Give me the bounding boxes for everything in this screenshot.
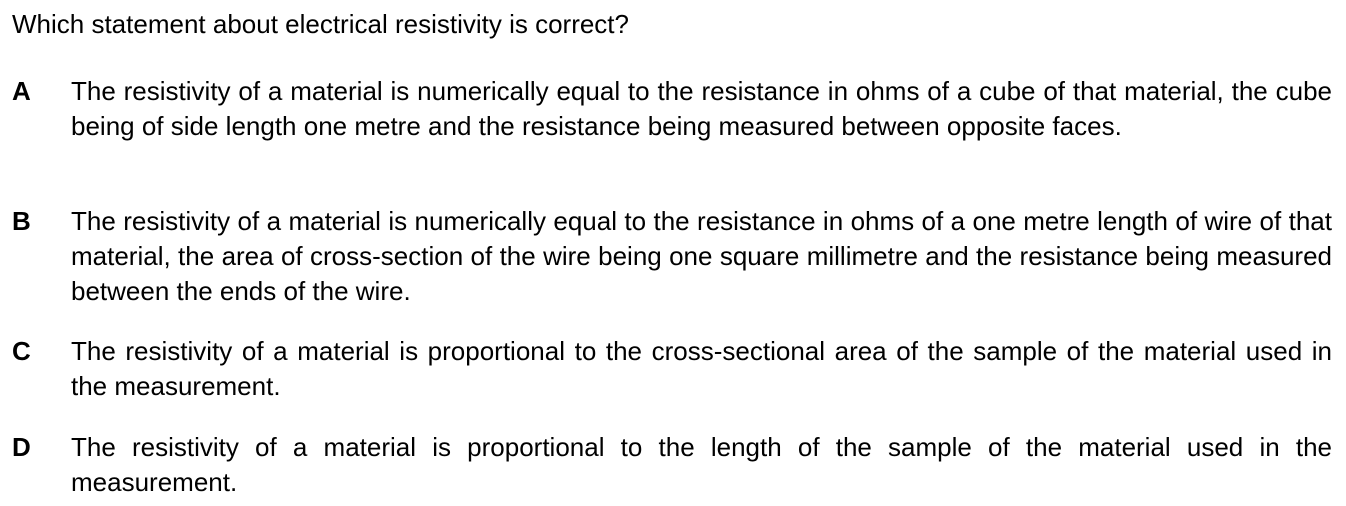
- option-a: A The resistivity of a material is numer…: [12, 74, 1332, 144]
- option-c-letter: C: [12, 336, 31, 366]
- option-a-letter: A: [12, 76, 31, 106]
- option-d: D The resistivity of a material is propo…: [12, 430, 1332, 500]
- option-c-text: The resistivity of a material is proport…: [71, 336, 1332, 401]
- option-a-text: The resistivity of a material is numeric…: [71, 76, 1332, 141]
- option-c: C The resistivity of a material is propo…: [12, 334, 1332, 404]
- question-stem: Which statement about electrical resisti…: [12, 9, 629, 39]
- option-b-letter: B: [12, 206, 31, 236]
- option-d-letter: D: [12, 432, 31, 462]
- option-b: B The resistivity of a material is numer…: [12, 204, 1332, 309]
- option-b-text: The resistivity of a material is numeric…: [71, 206, 1332, 306]
- option-d-text: The resistivity of a material is proport…: [71, 432, 1332, 497]
